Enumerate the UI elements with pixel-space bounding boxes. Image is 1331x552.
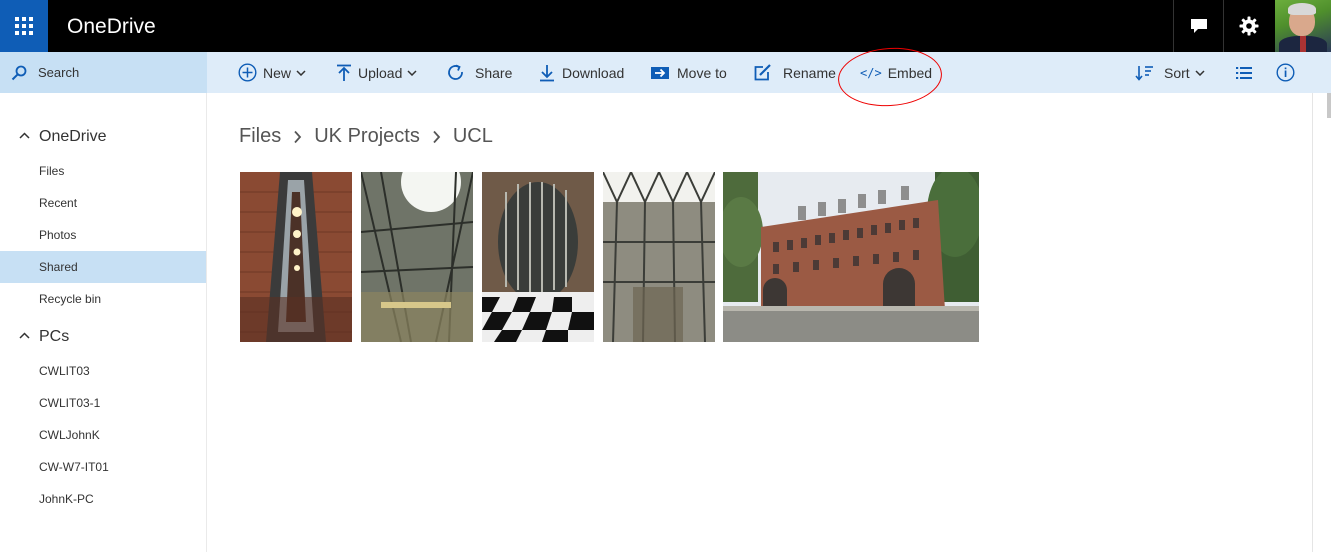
photo-brick-atrium-lights[interactable] <box>240 172 352 342</box>
sidebar-item-pc[interactable]: CWLIT03-1 <box>0 387 206 419</box>
share-label: Share <box>475 64 513 81</box>
info-button[interactable] <box>1276 52 1301 93</box>
waffle-icon <box>15 17 33 35</box>
photo-checkered-floor-rotunda[interactable] <box>482 172 594 342</box>
chevron-right-icon <box>432 130 441 144</box>
settings-button[interactable] <box>1223 0 1273 52</box>
sidebar: OneDrive Files Recent Photos Shared Recy… <box>0 93 207 552</box>
list-view-icon <box>1236 66 1252 79</box>
app-launcher-button[interactable] <box>0 0 48 52</box>
command-bar: Search New Upload Share Download Move to… <box>0 52 1331 93</box>
chevron-down-icon <box>407 69 417 76</box>
view-toggle-button[interactable] <box>1236 52 1258 93</box>
breadcrumb-uk-projects[interactable]: UK Projects <box>314 125 420 148</box>
search-icon <box>11 65 27 80</box>
rename-button[interactable]: Rename <box>754 52 836 93</box>
gear-icon <box>1239 16 1258 36</box>
upload-arrow-icon <box>337 64 351 81</box>
upload-label: Upload <box>358 64 403 81</box>
sidebar-item-recent[interactable]: Recent <box>0 187 206 219</box>
breadcrumb-current-folder: UCL <box>452 125 493 147</box>
sort-icon <box>1135 65 1153 81</box>
chevron-right-icon <box>293 130 302 144</box>
chevron-up-icon <box>19 132 30 139</box>
chevron-down-icon <box>1195 69 1205 76</box>
move-to-icon <box>651 66 669 79</box>
sidebar-item-pc[interactable]: CWLJohnK <box>0 419 206 451</box>
embed-label: Embed <box>887 64 933 81</box>
upload-button[interactable]: Upload <box>336 52 423 93</box>
search-input[interactable]: Search <box>38 65 79 80</box>
feedback-icon <box>1190 19 1207 33</box>
sidebar-item-shared[interactable]: Shared <box>0 251 206 283</box>
pcs-section-label: PCs <box>39 328 70 345</box>
sidebar-item-pc[interactable]: CW-W7-IT01 <box>0 451 206 483</box>
share-button[interactable]: Share <box>447 52 512 93</box>
rename-icon <box>754 64 771 81</box>
move-to-label: Move to <box>677 64 727 81</box>
move-to-button[interactable]: Move to <box>651 52 727 93</box>
scrollbar[interactable] <box>1312 93 1331 552</box>
chevron-down-icon <box>296 69 306 76</box>
embed-button[interactable]: </> Embed <box>860 52 932 93</box>
sidebar-item-photos[interactable]: Photos <box>0 219 206 251</box>
chevron-up-icon <box>19 332 30 339</box>
download-arrow-icon <box>540 64 554 81</box>
top-bar: OneDrive <box>0 0 1331 52</box>
rename-label: Rename <box>783 64 836 81</box>
sidebar-item-pc[interactable]: CWLIT03 <box>0 355 206 387</box>
download-button[interactable]: Download <box>539 52 624 93</box>
breadcrumb-files[interactable]: Files <box>239 125 281 148</box>
new-label: New <box>263 64 292 81</box>
search-box[interactable]: Search <box>0 52 207 93</box>
sidebar-item-pc[interactable]: JohnK-PC <box>0 483 206 515</box>
breadcrumb: Files UK Projects UCL <box>239 125 493 148</box>
photo-glass-atrium-skylight[interactable] <box>361 172 473 342</box>
share-icon <box>448 64 463 80</box>
info-icon <box>1276 63 1295 82</box>
pcs-section-header[interactable]: PCs <box>0 322 207 352</box>
onedrive-section-header[interactable]: OneDrive <box>0 122 207 152</box>
feedback-button[interactable] <box>1173 0 1223 52</box>
sidebar-item-files[interactable]: Files <box>0 155 206 187</box>
scrollbar-thumb[interactable] <box>1327 93 1331 118</box>
avatar[interactable] <box>1275 0 1331 52</box>
photo-ucl-building-exterior[interactable] <box>723 172 979 342</box>
code-icon: </> <box>860 65 882 80</box>
new-button[interactable]: New <box>238 52 312 93</box>
app-title[interactable]: OneDrive <box>67 15 156 39</box>
onedrive-section-label: OneDrive <box>39 128 107 145</box>
download-label: Download <box>562 64 625 81</box>
sort-label: Sort <box>1164 64 1190 81</box>
sidebar-item-recycle-bin[interactable]: Recycle bin <box>0 283 206 315</box>
plus-circle-icon <box>238 63 257 82</box>
sort-button[interactable]: Sort <box>1135 52 1211 93</box>
photo-glass-facets-atrium[interactable] <box>603 172 715 342</box>
